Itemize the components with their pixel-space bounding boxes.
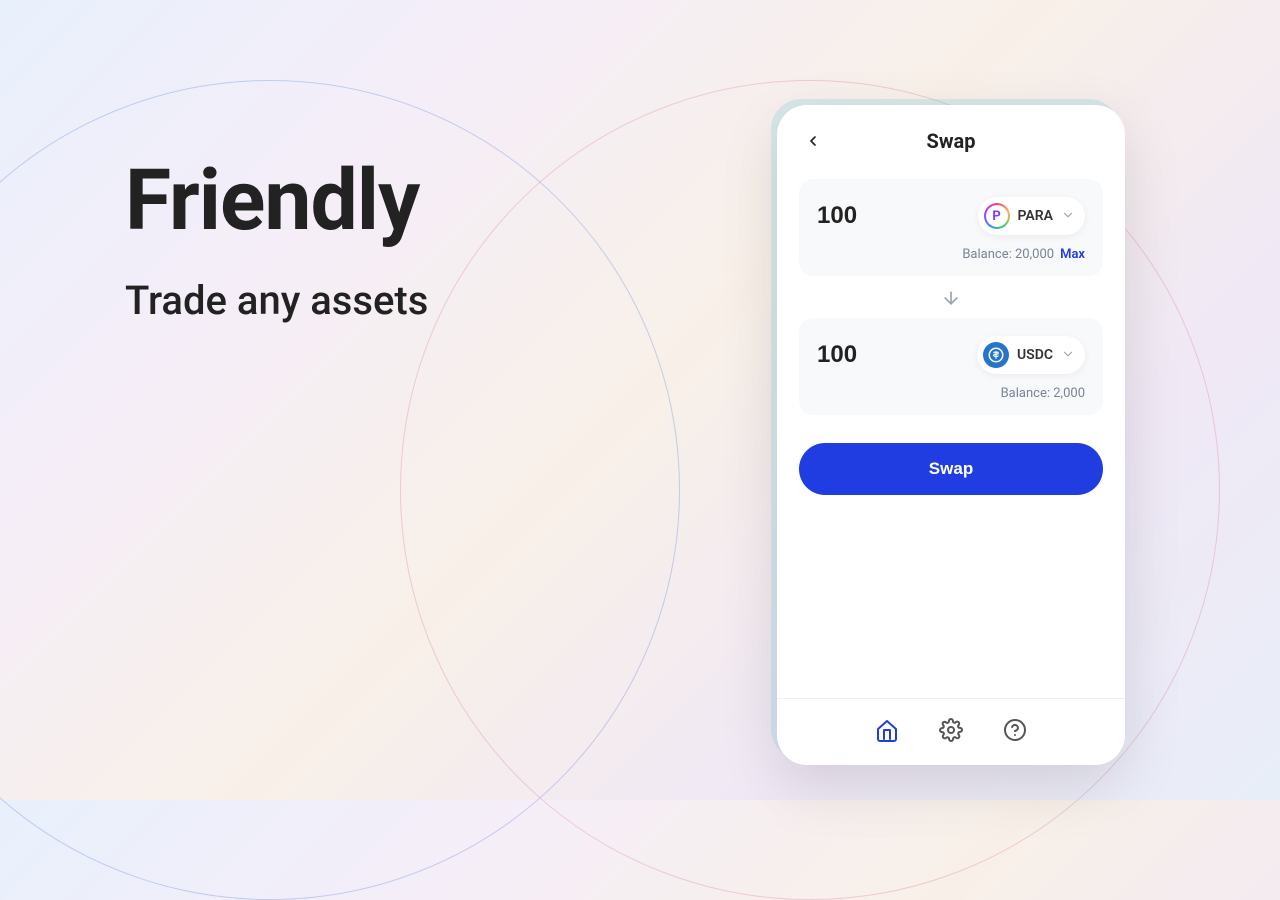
to-amount-input[interactable]: [817, 341, 927, 369]
home-icon: [875, 718, 899, 742]
gear-icon: [939, 718, 963, 742]
hero-subtitle: Trade any assets: [125, 277, 428, 324]
to-token-selector[interactable]: USDC: [977, 336, 1085, 374]
from-balance-label: Balance: 20,000: [962, 247, 1054, 262]
swap-direction-icon: [799, 282, 1103, 318]
swap-widget: Swap P PARA Balance: 20,000 Max: [777, 105, 1125, 765]
back-button[interactable]: [801, 129, 825, 153]
swap-button[interactable]: Swap: [799, 443, 1103, 495]
nav-home[interactable]: [874, 717, 900, 743]
from-token-symbol: PARA: [1018, 208, 1053, 224]
nav-settings[interactable]: [938, 717, 964, 743]
swap-body: P PARA Balance: 20,000 Max: [777, 169, 1125, 698]
swap-header: Swap: [777, 105, 1125, 169]
nav-help[interactable]: [1002, 717, 1028, 743]
chevron-left-icon: [805, 133, 821, 149]
usdc-token-icon: [983, 342, 1009, 368]
from-amount-input[interactable]: [817, 202, 927, 230]
para-token-icon: P: [984, 203, 1010, 229]
to-balance-label: Balance: 2,000: [1001, 386, 1085, 401]
chevron-down-icon: [1061, 346, 1075, 365]
swap-title: Swap: [927, 129, 976, 153]
bottom-nav: [777, 698, 1125, 765]
hero-text-block: Friendly Trade any assets: [125, 155, 428, 324]
chevron-down-icon: [1061, 207, 1075, 226]
help-icon: [1003, 718, 1027, 742]
from-token-selector[interactable]: P PARA: [978, 197, 1085, 235]
swap-from-card: P PARA Balance: 20,000 Max: [799, 179, 1103, 276]
to-token-symbol: USDC: [1017, 347, 1053, 363]
hero-title: Friendly: [125, 155, 428, 247]
max-button[interactable]: Max: [1060, 247, 1085, 262]
swap-to-card: USDC Balance: 2,000: [799, 318, 1103, 415]
